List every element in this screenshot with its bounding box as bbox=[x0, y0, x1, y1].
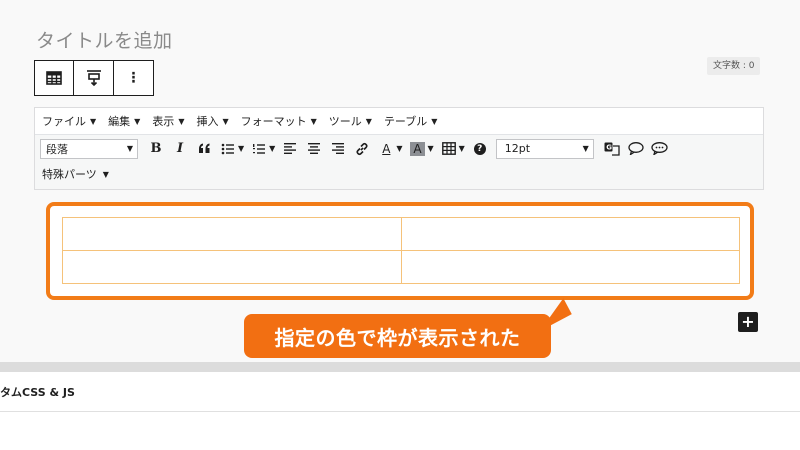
caret-down-icon: ▼ bbox=[310, 116, 317, 126]
panel-divider[interactable] bbox=[0, 362, 800, 372]
char-count-badge: 文字数 : 0 bbox=[707, 57, 761, 75]
meta-panel-title: タムCSS & JS bbox=[0, 385, 75, 399]
font-size-select[interactable]: 12pt ▼ bbox=[495, 138, 594, 159]
caret-down-icon: ▼ bbox=[178, 116, 185, 126]
align-left-button[interactable] bbox=[278, 138, 302, 160]
classic-editor: ファイル ▼ 編集 ▼ 表示 ▼ 挿入 ▼ フォーマット ▼ ツール ▼ テーブル ▼ 段落 … bbox=[34, 107, 764, 190]
align-vertical-icon bbox=[86, 70, 101, 87]
table-row bbox=[62, 250, 740, 284]
blockquote-button[interactable] bbox=[192, 138, 216, 160]
more-options-button[interactable]: ⋮ bbox=[114, 61, 153, 95]
caret-down-icon: ▼ bbox=[365, 116, 372, 126]
chat-button[interactable] bbox=[648, 138, 672, 160]
editor-area: タイトルを追加 ⋮ 文字数 : 0 ファイル ▼ 編集 ▼ 表示 ▼ 挿入 ▼ … bbox=[0, 0, 800, 362]
background-color-icon: A bbox=[410, 141, 425, 156]
meta-panel-header[interactable]: タムCSS & JS bbox=[0, 372, 800, 412]
quote-icon bbox=[198, 143, 209, 153]
insert-table-button[interactable] bbox=[437, 138, 461, 160]
editor-toolbar-row-1: 段落 ▼ B I ▼ ▼ A ▼ A ▼ ▼ ? 12pt ▼ G bbox=[35, 135, 763, 162]
bullet-list-icon bbox=[221, 143, 234, 154]
format-select[interactable]: 段落 ▼ bbox=[40, 138, 138, 159]
table-block-button[interactable] bbox=[35, 61, 75, 95]
link-icon bbox=[356, 142, 368, 155]
numbered-list-button[interactable] bbox=[247, 138, 271, 160]
menu-edit[interactable]: 編集 ▼ bbox=[108, 113, 140, 129]
add-block-button[interactable]: + bbox=[738, 312, 758, 332]
more-options-icon: ⋮ bbox=[126, 70, 141, 86]
content-table[interactable] bbox=[62, 217, 740, 284]
caret-down-icon: ▼ bbox=[134, 116, 141, 126]
help-button[interactable]: ? bbox=[468, 138, 492, 160]
caret-down-icon[interactable]: ▼ bbox=[238, 144, 244, 153]
align-center-icon bbox=[308, 143, 321, 154]
menu-insert[interactable]: 挿入 ▼ bbox=[196, 113, 228, 129]
meta-panel: タムCSS & JS bbox=[0, 372, 800, 450]
bullet-list-button[interactable] bbox=[216, 138, 240, 160]
translate-button[interactable]: G bbox=[600, 138, 624, 160]
table-cell[interactable] bbox=[400, 250, 740, 284]
menu-table[interactable]: テーブル ▼ bbox=[384, 113, 438, 129]
bold-button[interactable]: B bbox=[144, 138, 168, 160]
caret-down-icon: ▼ bbox=[222, 116, 229, 126]
background-color-button[interactable]: A bbox=[405, 138, 429, 160]
italic-button[interactable]: I bbox=[168, 138, 192, 160]
align-left-icon bbox=[284, 143, 297, 154]
help-icon: ? bbox=[473, 142, 486, 155]
text-color-button[interactable]: A bbox=[374, 138, 398, 160]
align-right-icon bbox=[332, 143, 345, 154]
caret-down-icon: ▼ bbox=[102, 169, 109, 179]
link-button[interactable] bbox=[350, 138, 374, 160]
menu-format[interactable]: フォーマット ▼ bbox=[241, 113, 317, 129]
align-right-button[interactable] bbox=[326, 138, 350, 160]
menu-tools[interactable]: ツール ▼ bbox=[329, 113, 372, 129]
block-toolbar: ⋮ bbox=[34, 60, 154, 96]
chat-bubble-icon bbox=[651, 142, 668, 155]
caret-down-icon: ▼ bbox=[90, 116, 97, 126]
caret-down-icon: ▼ bbox=[126, 144, 133, 153]
table-cell[interactable] bbox=[400, 217, 740, 251]
caret-down-icon[interactable]: ▼ bbox=[269, 144, 275, 153]
vertical-align-button[interactable] bbox=[74, 61, 114, 95]
caret-down-icon[interactable]: ▼ bbox=[427, 144, 433, 153]
editor-menubar: ファイル ▼ 編集 ▼ 表示 ▼ 挿入 ▼ フォーマット ▼ ツール ▼ テーブル ▼ bbox=[35, 108, 763, 135]
translate-icon: G bbox=[604, 142, 620, 156]
numbered-list-icon bbox=[253, 143, 266, 154]
caret-down-icon[interactable]: ▼ bbox=[396, 144, 402, 153]
special-parts-dropdown[interactable]: 特殊パーツ ▼ bbox=[42, 166, 109, 182]
caret-down-icon[interactable]: ▼ bbox=[459, 144, 465, 153]
speech-bubble-icon bbox=[628, 142, 644, 155]
editor-toolbar-row-2: 特殊パーツ ▼ bbox=[35, 162, 763, 186]
table-grid-icon bbox=[441, 142, 456, 155]
menu-file[interactable]: ファイル ▼ bbox=[42, 113, 96, 129]
annotation-callout: 指定の色で枠が表示された bbox=[244, 314, 551, 358]
post-title-input[interactable]: タイトルを追加 bbox=[36, 26, 173, 53]
table-row bbox=[62, 217, 740, 251]
comment-button[interactable] bbox=[624, 138, 648, 160]
table-cell[interactable] bbox=[62, 250, 402, 284]
caret-down-icon: ▼ bbox=[582, 144, 589, 153]
table-highlight-frame bbox=[46, 202, 754, 300]
table-cell[interactable] bbox=[62, 217, 402, 251]
align-center-button[interactable] bbox=[302, 138, 326, 160]
menu-view[interactable]: 表示 ▼ bbox=[152, 113, 184, 129]
caret-down-icon: ▼ bbox=[431, 116, 438, 126]
table-block-icon bbox=[46, 71, 62, 85]
text-color-icon: A bbox=[382, 141, 391, 156]
svg-text:G: G bbox=[606, 143, 612, 151]
